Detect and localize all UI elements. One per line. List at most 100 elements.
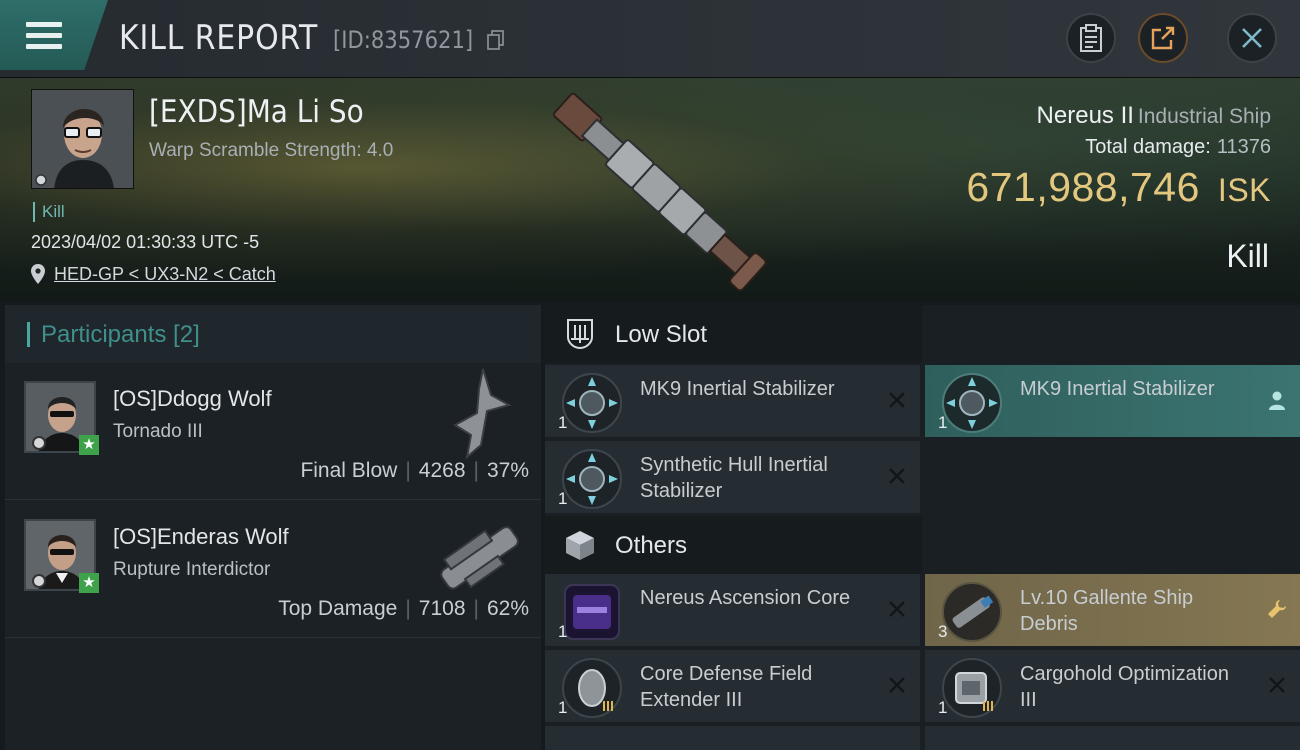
item-name: Nereus Ascension Core <box>640 587 851 609</box>
location-link[interactable]: HED-GP < UX3-N2 < Catch <box>54 264 276 285</box>
low-slot-header: Low Slot <box>545 305 922 363</box>
item-name: MK9 Inertial Stabilizer <box>1020 378 1215 400</box>
page-title: KILL REPORT <box>119 18 319 58</box>
share-icon <box>1151 26 1175 50</box>
kill-banner: [EXDS]Ma Li So Warp Scramble Strength: 4… <box>0 78 1300 302</box>
kill-datetime: 2023/04/02 01:30:33 UTC -5 <box>31 232 260 252</box>
participant-percent: 37% <box>486 459 529 482</box>
participant-role: Top Damage <box>278 597 398 620</box>
total-damage-label: Total damage: <box>1085 136 1211 158</box>
participants-panel: Participants [2] ★ [OS]Ddogg Wolf Tornad… <box>5 305 541 750</box>
low-slot-label: Low Slot <box>615 321 708 348</box>
destroyed-x-icon <box>889 677 905 693</box>
participant-name[interactable]: [OS]Enderas Wolf <box>113 524 289 550</box>
participants-header[interactable]: Participants [2] <box>5 305 541 363</box>
item-quantity: 1 <box>558 489 568 508</box>
isk-value: 671,988,746 ISK <box>966 164 1271 211</box>
item-quantity: 1 <box>558 413 568 432</box>
fitting-item-card[interactable]: 1 MK9 Inertial Stabilizer <box>925 365 1300 437</box>
participants-label: Participants [2] <box>41 321 200 348</box>
item-quantity: 1 <box>938 413 948 432</box>
kill-tag: Kill <box>33 202 65 222</box>
fitting-item-card[interactable]: 1 Synthetic Hull Inertial Stabilizer <box>545 441 920 513</box>
participant-stats: Final Blow | 4268 | 37% <box>300 459 529 482</box>
inertial-stabilizer-icon <box>942 373 1002 433</box>
nereus-ship-render-icon <box>552 92 767 292</box>
fitting-panel: Low Slot 1 MK9 Inertial Stabilizer 1 MK9… <box>545 305 1300 750</box>
item-name: Synthetic Hull Inertial Stabilizer <box>640 454 828 502</box>
destroyed-x-icon <box>1269 677 1285 693</box>
participant-damage: 7108 <box>418 597 466 620</box>
item-name: Cargohold Optimization III <box>1020 663 1229 711</box>
fitting-item-card[interactable]: 1 Nereus Ascension Core <box>545 574 920 646</box>
low-slot-icon <box>567 319 593 350</box>
total-damage-value: 11376 <box>1216 136 1271 158</box>
kill-status: Kill <box>1226 238 1269 274</box>
destroyed-x-icon <box>889 392 905 408</box>
ship-type[interactable]: Nereus II <box>1037 102 1134 129</box>
participant-role: Final Blow <box>300 459 398 482</box>
hamburger-icon <box>26 22 62 55</box>
item-name: MK9 Inertial Stabilizer <box>640 378 835 400</box>
victim-portrait[interactable] <box>31 89 134 189</box>
share-button[interactable] <box>1138 13 1188 63</box>
copy-icon[interactable] <box>487 30 505 50</box>
ship-name: Nereus II Industrial Ship <box>1037 102 1271 130</box>
inertial-stabilizer-icon <box>562 449 622 509</box>
star-icon: ★ <box>79 573 99 593</box>
close-button[interactable] <box>1227 13 1277 63</box>
rupture-ship-icon <box>440 526 519 590</box>
item-quantity: 1 <box>938 698 948 717</box>
cube-icon <box>566 531 594 560</box>
item-name: Lv.10 Gallente Ship Debris <box>1020 587 1194 635</box>
item-name: Core Defense Field Extender III <box>640 663 813 711</box>
location-pin-icon <box>31 264 45 284</box>
participant-stats: Top Damage | 7108 | 62% <box>278 597 529 620</box>
participant-ship: Rupture Interdictor <box>113 559 271 580</box>
others-header: Others <box>545 516 922 574</box>
participant-row[interactable]: ★ [OS]Ddogg Wolf Tornado III Final Blow |… <box>5 363 541 500</box>
star-icon: ★ <box>79 435 99 455</box>
inertial-stabilizer-icon <box>562 373 622 433</box>
fitting-item-card[interactable]: 1 Core Defense Field Extender III <box>545 650 920 722</box>
item-quantity: 1 <box>558 622 568 641</box>
destroyed-x-icon <box>889 468 905 484</box>
wrench-icon <box>1268 600 1286 618</box>
victim-name[interactable]: [EXDS]Ma Li So <box>149 94 364 130</box>
close-icon <box>1242 28 1262 48</box>
character-portrait-icon <box>32 90 133 188</box>
participant-name[interactable]: [OS]Ddogg Wolf <box>113 386 272 412</box>
participant-percent: 62% <box>486 597 529 620</box>
cargohold-optimization-icon <box>942 658 1002 718</box>
item-quantity: 1 <box>558 698 568 717</box>
isk-amount: 671,988,746 <box>966 164 1200 210</box>
section-accent-bar <box>27 322 30 347</box>
top-bar: KILL REPORT [ID:8357621] <box>0 0 1300 78</box>
warp-scramble-strength: Warp Scramble Strength: 4.0 <box>149 140 394 161</box>
report-id: [ID:8357621] <box>333 26 474 54</box>
fitting-item-card[interactable]: 1 Cargohold Optimization III <box>925 650 1300 722</box>
participant-ship: Tornado III <box>113 421 203 442</box>
others-label: Others <box>615 532 688 559</box>
ship-class: Industrial Ship <box>1137 105 1271 128</box>
isk-unit: ISK <box>1217 172 1271 208</box>
fitting-item-card-partial[interactable] <box>545 726 920 750</box>
shield-extender-icon <box>562 658 622 718</box>
tornado-ship-icon <box>453 368 512 460</box>
person-icon <box>1269 391 1285 410</box>
participant-damage: 4268 <box>418 459 466 482</box>
item-quantity: 3 <box>938 622 948 641</box>
clipboard-button[interactable] <box>1066 13 1116 63</box>
ascension-core-icon <box>564 584 620 640</box>
destroyed-x-icon <box>889 601 905 617</box>
ship-debris-icon <box>942 582 1002 642</box>
corp-icon <box>32 574 46 588</box>
fitting-item-card[interactable]: 3 Lv.10 Gallente Ship Debris <box>925 574 1300 646</box>
menu-button[interactable] <box>0 0 108 70</box>
total-damage: Total damage: 11376 <box>1085 136 1271 159</box>
participant-row[interactable]: ★ [OS]Enderas Wolf Rupture Interdictor T… <box>5 501 541 638</box>
corp-icon <box>32 436 46 450</box>
clipboard-icon <box>1080 24 1102 52</box>
fitting-item-card-partial[interactable] <box>925 726 1300 750</box>
fitting-item-card[interactable]: 1 MK9 Inertial Stabilizer <box>545 365 920 437</box>
